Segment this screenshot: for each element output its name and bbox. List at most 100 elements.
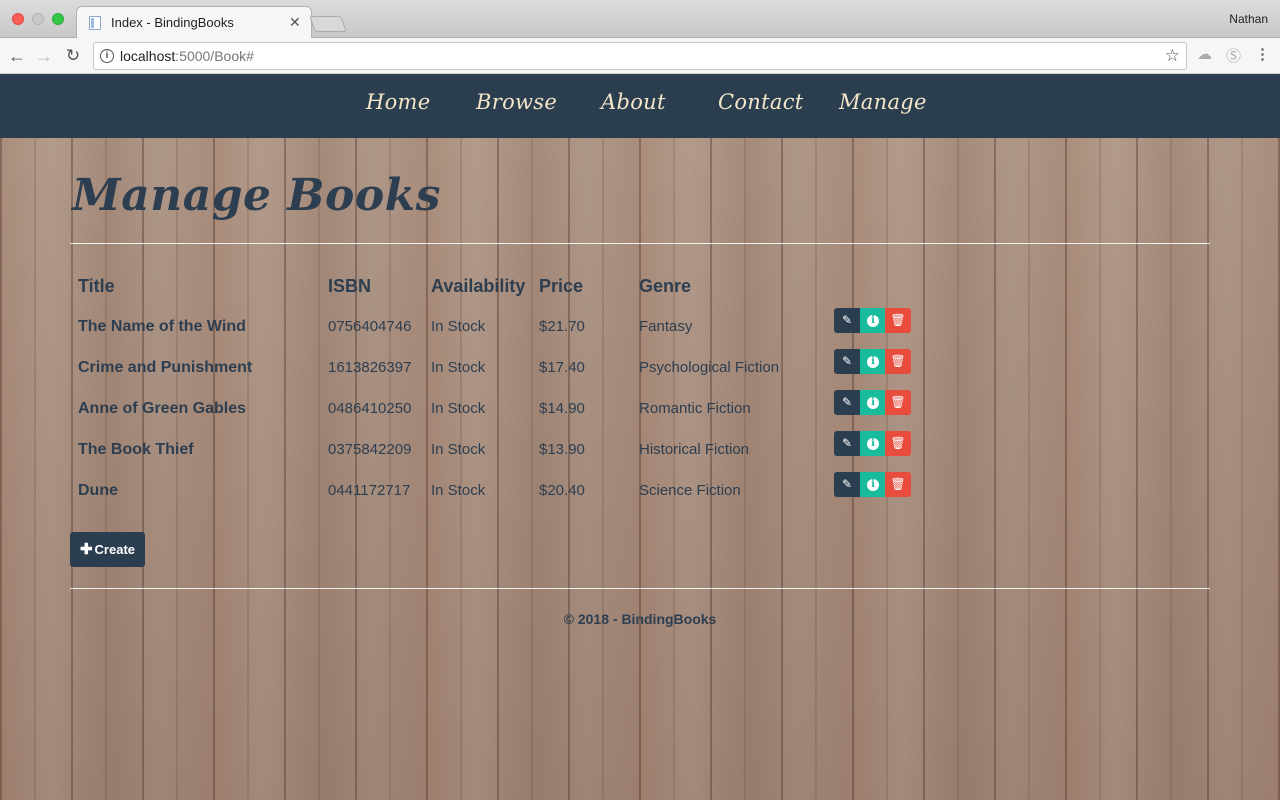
delete-button[interactable]: 🗑 [885,431,911,456]
row-actions: ✎ i 🗑 [834,472,911,497]
divider-top [70,243,1210,244]
book-title: The Name of the Wind [78,318,246,335]
details-button[interactable]: i [860,431,886,456]
book-price: $17.40 [539,359,585,376]
maximize-window-button[interactable] [52,13,64,25]
nav-contact[interactable]: Contact [718,90,804,114]
column-header-genre: Genre [639,276,692,296]
table-row: The Book Thief 0375842209 In Stock $13.9… [0,431,1280,481]
book-isbn: 0375842209 [328,441,412,458]
details-button[interactable]: i [860,390,886,415]
forward-arrow-icon[interactable]: → [32,44,56,68]
plus-icon: ✚ [79,541,93,558]
pencil-icon: ✎ [841,395,853,409]
table-row: Dune 0441172717 In Stock $20.40 Science … [0,472,1280,522]
site-navbar: Home Browse About Contact Manage [0,74,1280,138]
book-price: $14.90 [539,400,585,417]
drive-extension-icon[interactable]: ☁ [1197,45,1212,63]
column-header-availability: Availability [431,276,526,296]
book-availability: In Stock [431,441,486,458]
close-window-button[interactable] [12,13,24,25]
pencil-icon: ✎ [841,313,853,327]
edit-button[interactable]: ✎ [834,431,860,456]
book-genre: Romantic Fiction [639,400,751,417]
row-actions: ✎ i 🗑 [834,308,911,333]
nav-browse[interactable]: Browse [476,90,557,114]
row-actions: ✎ i 🗑 [834,390,911,415]
table-row: Crime and Punishment 1613826397 In Stock… [0,349,1280,399]
book-genre: Historical Fiction [639,441,750,458]
table-row: The Name of the Wind 0756404746 In Stock… [0,308,1280,358]
trash-icon: 🗑 [890,313,906,327]
delete-button[interactable]: 🗑 [885,472,911,497]
create-label: Create [94,542,136,557]
trash-icon: 🗑 [890,436,906,450]
browser-menu-icon[interactable]: ⋮ [1255,45,1270,63]
skype-extension-icon[interactable]: Ⓢ [1226,45,1241,66]
create-button[interactable]: ✚ Create [70,532,145,567]
details-button[interactable]: i [860,308,886,333]
book-title: The Book Thief [78,441,194,458]
book-availability: In Stock [431,359,486,376]
browser-toolbar: ← → ↻ i localhost:5000/Book# ☆ [0,38,1280,74]
edit-button[interactable]: ✎ [834,390,860,415]
url-text[interactable]: localhost:5000/Book# [120,48,254,64]
edit-button[interactable]: ✎ [834,308,860,333]
back-arrow-icon[interactable]: ← [5,44,29,68]
site-info-icon[interactable]: i [100,49,114,63]
book-genre: Science Fiction [639,482,741,499]
book-availability: In Stock [431,400,486,417]
book-title: Crime and Punishment [78,359,253,376]
info-circle-icon: i [867,437,879,450]
bookmark-star-icon[interactable]: ☆ [1165,46,1180,66]
edit-button[interactable]: ✎ [834,349,860,374]
book-genre: Psychological Fiction [639,359,780,376]
info-circle-icon: i [867,314,879,327]
info-circle-icon: i [867,478,879,491]
row-actions: ✎ i 🗑 [834,431,911,456]
profile-name[interactable]: Nathan [1229,12,1268,26]
nav-about[interactable]: About [601,90,666,114]
minimize-window-button[interactable] [32,13,44,25]
details-button[interactable]: i [860,349,886,374]
tab-title: Index - BindingBooks [111,15,234,30]
book-title: Anne of Green Gables [78,400,247,417]
pencil-icon: ✎ [841,436,853,450]
footer-copyright: © 2018 - BindingBooks [563,611,717,627]
pencil-icon: ✎ [841,354,853,368]
delete-button[interactable]: 🗑 [885,349,911,374]
column-header-isbn: ISBN [328,276,372,296]
pencil-icon: ✎ [841,477,853,491]
nav-manage[interactable]: Manage [839,90,927,114]
nav-home[interactable]: Home [366,90,431,114]
page-body: Home Browse About Contact Manage Manage … [0,74,1280,800]
book-price: $21.70 [539,318,585,335]
browser-tab[interactable]: Index - BindingBooks ✕ [76,6,312,38]
book-isbn: 0441172717 [328,482,411,499]
reload-icon[interactable]: ↻ [61,44,85,68]
column-header-price: Price [539,276,584,296]
trash-icon: 🗑 [890,477,906,491]
book-title: Dune [78,482,118,499]
book-isbn: 0486410250 [328,400,412,417]
trash-icon: 🗑 [890,354,906,368]
details-button[interactable]: i [860,472,886,497]
delete-button[interactable]: 🗑 [885,308,911,333]
divider-bottom [70,588,1210,589]
table-row: Anne of Green Gables 0486410250 In Stock… [0,390,1280,440]
page-title: Manage Books [72,170,441,221]
info-circle-icon: i [867,396,879,409]
delete-button[interactable]: 🗑 [885,390,911,415]
book-availability: In Stock [431,318,486,335]
new-tab-button[interactable] [309,16,347,32]
edit-button[interactable]: ✎ [834,472,860,497]
page-favicon-icon [89,16,101,30]
book-availability: In Stock [431,482,486,499]
row-actions: ✎ i 🗑 [834,349,911,374]
book-isbn: 1613826397 [328,359,412,376]
book-genre: Fantasy [639,318,693,335]
tab-close-icon[interactable]: ✕ [289,14,301,31]
book-price: $13.90 [539,441,585,458]
address-bar[interactable]: i localhost:5000/Book# ☆ [93,42,1187,70]
trash-icon: 🗑 [890,395,906,409]
